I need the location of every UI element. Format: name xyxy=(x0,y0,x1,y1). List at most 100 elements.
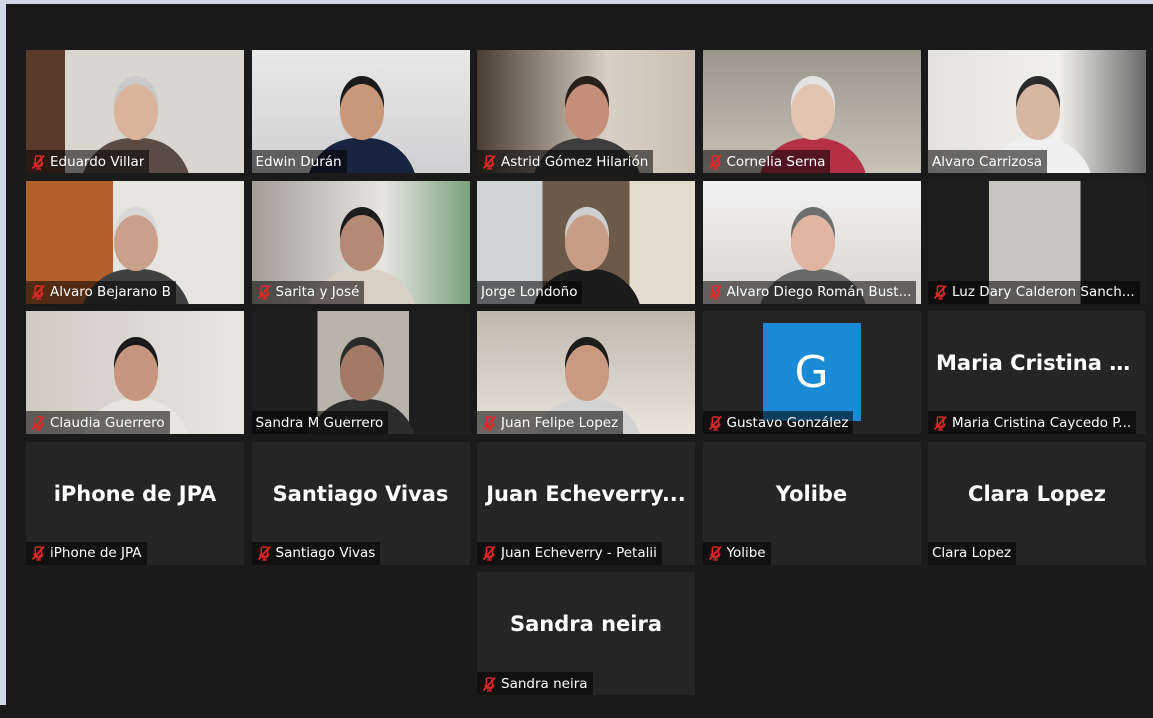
microphone-muted-icon xyxy=(481,154,497,170)
person-head xyxy=(790,214,835,271)
person-head xyxy=(1016,84,1060,140)
participant-name: Claudia Guerrero xyxy=(50,414,165,431)
participant-tile-clara-lopez[interactable]: Clara Lopez Clara Lopez xyxy=(928,441,1146,565)
participant-name-label: Sandra M Guerrero xyxy=(251,411,389,434)
participant-name-label: Alvaro Bejarano B xyxy=(26,280,176,304)
participant-name: Alvaro Carrizosa xyxy=(932,153,1043,170)
microphone-muted-icon xyxy=(30,545,46,561)
participant-name-label: Juan Echeverry - Petalii xyxy=(477,541,662,565)
microphone-muted-icon xyxy=(707,415,723,431)
participant-name-label: Juan Felipe Lopez xyxy=(477,411,624,434)
person-head xyxy=(114,84,158,140)
avatar-letter: G xyxy=(794,346,829,398)
person-head xyxy=(565,84,609,140)
participant-name-label: Maria Cristina Caycedo P... xyxy=(928,411,1137,434)
participant-name-label: Sandra neira xyxy=(477,672,593,695)
microphone-muted-icon xyxy=(30,415,46,431)
participant-name-label: Jorge Londoño xyxy=(477,280,583,304)
microphone-muted-icon xyxy=(932,415,948,431)
participant-name-label: Claudia Guerrero xyxy=(26,411,170,434)
microphone-muted-icon xyxy=(707,284,723,300)
display-name: Yolibe xyxy=(775,481,848,506)
microphone-muted-icon xyxy=(30,284,46,300)
participant-tile-claudia-guerrero[interactable]: Claudia Guerrero xyxy=(26,311,244,434)
participant-name: Cornelia Serna xyxy=(726,153,826,170)
person-head xyxy=(339,214,384,271)
participant-tile-iphone-de-jpa[interactable]: iPhone de JPA iPhone de JPA xyxy=(26,441,244,565)
microphone-muted-icon xyxy=(256,545,272,561)
participant-name-label: Eduardo Villar xyxy=(26,150,150,173)
microphone-muted-icon xyxy=(707,545,723,561)
participant-name-label: Yolibe xyxy=(702,541,771,565)
participant-name-label: Alvaro Carrizosa xyxy=(928,150,1048,173)
participant-tile-juan-felipe-lopez[interactable]: Juan Felipe Lopez xyxy=(477,311,695,434)
participant-name: Santiago Vivas xyxy=(275,545,376,561)
participant-name: Luz Dary Calderon Sanch... xyxy=(952,284,1135,300)
participant-tile-yolibe[interactable]: Yolibe Yolibe xyxy=(702,441,921,565)
display-name: iPhone de JPA xyxy=(53,481,217,506)
microphone-muted-icon xyxy=(481,676,497,692)
participant-tile-maria-cristina-caycedo-p[interactable]: Maria Cristina C... Maria Cristina Cayced… xyxy=(928,311,1146,434)
participant-tile-sandra-neira[interactable]: Sandra neira Sandra neira xyxy=(477,572,695,695)
person-head xyxy=(565,214,609,271)
participant-name-label: Edwin Durán xyxy=(251,150,347,173)
display-name: Clara Lopez xyxy=(968,481,1106,506)
participant-tile-jorge-londono[interactable]: Jorge Londoño xyxy=(477,180,695,304)
participant-name-label: Clara Lopez xyxy=(928,541,1017,565)
person-head xyxy=(565,345,609,401)
person-head xyxy=(339,345,384,401)
participant-name: Alvaro Bejarano B xyxy=(50,284,171,300)
participant-name-label: Gustavo González xyxy=(702,411,854,434)
participant-name: Maria Cristina Caycedo P... xyxy=(952,414,1132,431)
participant-name-label: Astrid Gómez Hilarión xyxy=(477,150,654,173)
microphone-muted-icon xyxy=(256,284,272,300)
avatar: G xyxy=(762,323,861,421)
microphone-muted-icon xyxy=(707,154,723,170)
display-name: Santiago Vivas xyxy=(272,481,449,506)
microphone-muted-icon xyxy=(932,284,948,300)
participant-name: Sandra neira xyxy=(501,675,588,692)
person-head xyxy=(114,345,158,401)
microphone-muted-icon xyxy=(481,545,497,561)
participant-name-label: Santiago Vivas xyxy=(251,541,381,565)
participant-tile-gustavo-gonzalez[interactable]: G Gustavo González xyxy=(702,311,921,434)
participant-tile-eduardo-villar[interactable]: Eduardo Villar xyxy=(26,50,244,173)
participant-name: Clara Lopez xyxy=(932,545,1012,561)
participant-tile-luz-dary-calderon-sanch[interactable]: Luz Dary Calderon Sanch... xyxy=(928,180,1146,304)
participant-tile-juan-echeverry-petalii[interactable]: Juan Echeverry... Juan Echeverry - Petali… xyxy=(477,441,695,565)
microphone-muted-icon xyxy=(30,154,46,170)
participant-name-label: Cornelia Serna xyxy=(702,150,831,173)
participant-name: Eduardo Villar xyxy=(50,153,145,170)
participant-tile-sarita-y-jose[interactable]: Sarita y José xyxy=(251,180,470,304)
meeting-window: Eduardo Villar Edwin Durán Astrid Gómez Hi… xyxy=(6,4,1153,718)
participant-name: Alvaro Diego Román Bust... xyxy=(726,284,912,300)
participant-name: Astrid Gómez Hilarión xyxy=(501,153,649,170)
participant-name: Yolibe xyxy=(726,545,766,561)
microphone-muted-icon xyxy=(481,415,497,431)
person-head xyxy=(790,84,835,140)
participant-tile-edwin-duran[interactable]: Edwin Durán xyxy=(251,50,470,173)
participant-tile-alvaro-diego-roman-bust[interactable]: Alvaro Diego Román Bust... xyxy=(702,180,921,304)
person-head xyxy=(339,84,384,140)
participant-name-label: Luz Dary Calderon Sanch... xyxy=(928,280,1140,304)
participant-tile-alvaro-carrizosa[interactable]: Alvaro Carrizosa xyxy=(928,50,1146,173)
participant-tile-alvaro-bejarano-b[interactable]: Alvaro Bejarano B xyxy=(26,180,244,304)
participant-tile-cornelia-serna[interactable]: Cornelia Serna xyxy=(702,50,921,173)
participant-name: Juan Felipe Lopez xyxy=(501,414,619,431)
participant-name: Gustavo González xyxy=(726,414,849,431)
display-name: Sandra neira xyxy=(509,612,663,636)
participant-name: Jorge Londoño xyxy=(481,284,578,300)
person-head xyxy=(114,214,158,271)
participant-tile-sandra-m-guerrero[interactable]: Sandra M Guerrero xyxy=(251,311,470,434)
toolbar-strip xyxy=(0,705,1153,718)
participant-name-label: iPhone de JPA xyxy=(26,541,147,565)
participant-name: Edwin Durán xyxy=(255,153,342,170)
participant-name-label: Sarita y José xyxy=(251,280,365,304)
participant-tile-santiago-vivas[interactable]: Santiago Vivas Santiago Vivas xyxy=(251,441,470,565)
participant-tile-astrid-gomez-hilarion[interactable]: Astrid Gómez Hilarión xyxy=(477,50,695,173)
participant-name: Sandra M Guerrero xyxy=(255,414,384,431)
participant-name: iPhone de JPA xyxy=(50,545,142,561)
gallery-view: Eduardo Villar Edwin Durán Astrid Gómez Hi… xyxy=(26,50,1146,695)
participant-name-label: Alvaro Diego Román Bust... xyxy=(702,280,917,304)
display-name: Juan Echeverry... xyxy=(486,481,686,506)
